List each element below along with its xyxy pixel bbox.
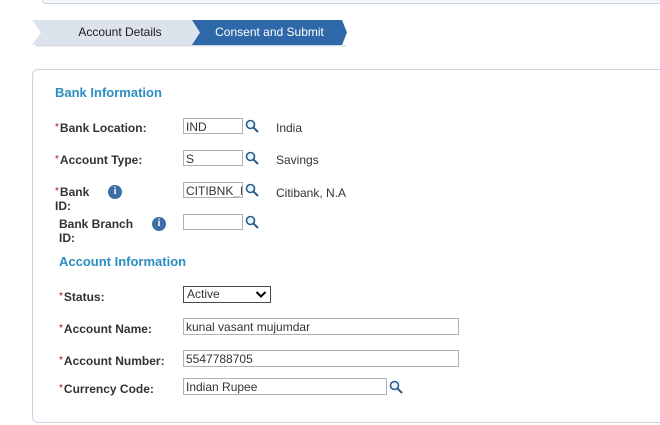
branch-id-label: Bank Branch ID: <box>59 217 134 245</box>
account-type-desc: Savings <box>276 153 319 167</box>
status-selected: Active <box>187 287 220 301</box>
required-marker: * <box>59 383 63 394</box>
status-label: *Status: <box>59 290 105 304</box>
step-account-details[interactable]: Account Details <box>32 20 208 45</box>
magnifier-icon[interactable] <box>245 119 259 133</box>
magnifier-icon[interactable] <box>245 151 259 165</box>
required-marker: * <box>59 291 63 302</box>
required-marker: * <box>59 355 63 366</box>
required-marker: * <box>55 154 59 165</box>
status-select[interactable]: Active <box>183 286 271 303</box>
top-panel-edge <box>42 0 660 4</box>
account-type-input[interactable]: S <box>183 150 243 166</box>
required-marker: * <box>55 122 59 133</box>
info-icon[interactable]: i <box>152 217 166 231</box>
account-info-title: Account Information <box>59 254 187 269</box>
info-icon[interactable]: i <box>108 185 122 199</box>
required-marker: * <box>59 323 63 334</box>
bank-location-label: *Bank Location: <box>55 121 147 135</box>
branch-id-input[interactable] <box>183 214 243 230</box>
magnifier-icon[interactable] <box>245 215 259 229</box>
currency-code-input[interactable]: Indian Rupee <box>183 378 387 395</box>
account-name-input[interactable]: kunal vasant mujumdar <box>183 318 459 335</box>
account-number-input[interactable]: 5547788705 <box>183 350 459 367</box>
bank-location-input[interactable]: IND <box>183 118 243 134</box>
bank-id-desc: Citibank, N.A <box>276 186 347 200</box>
currency-code-label: *Currency Code: <box>59 382 154 396</box>
bank-location-desc: India <box>276 121 303 135</box>
step-shadow <box>36 45 346 47</box>
bank-id-input[interactable]: CITIBNK_I <box>183 182 243 198</box>
account-name-label: *Account Name: <box>59 322 152 336</box>
step-consent-submit[interactable]: Consent and Submit <box>192 20 347 45</box>
account-type-label: *Account Type: <box>55 153 143 167</box>
required-marker: * <box>55 186 59 197</box>
account-number-label: *Account Number: <box>59 354 165 368</box>
magnifier-icon[interactable] <box>245 183 259 197</box>
magnifier-icon[interactable] <box>389 380 403 394</box>
chevron-down-icon <box>255 291 267 298</box>
bank-info-title: Bank Information <box>55 85 162 100</box>
bank-id-label: *Bank ID: <box>55 185 90 213</box>
